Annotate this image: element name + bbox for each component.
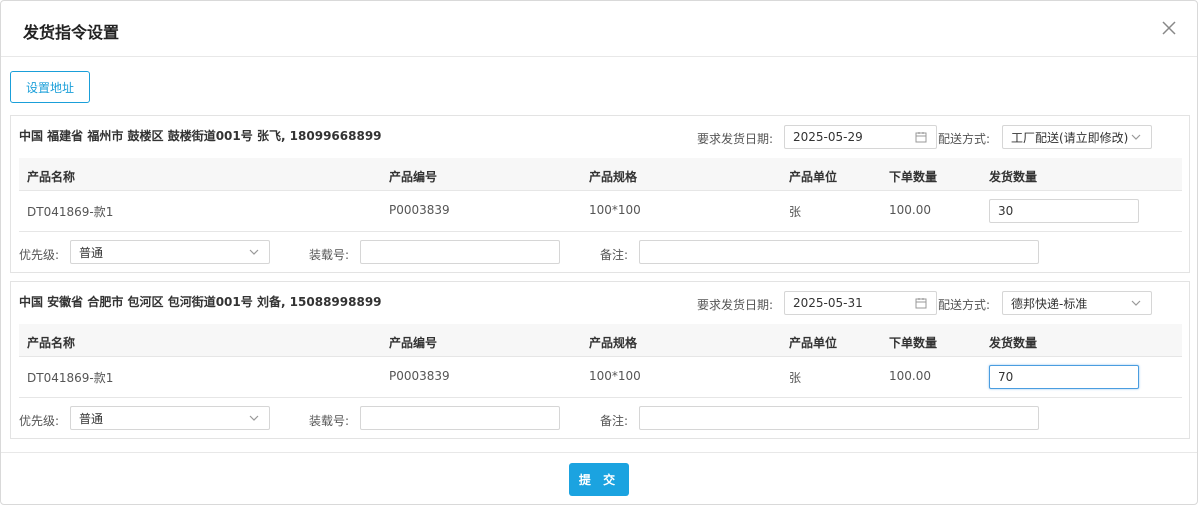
cell-product-name: DT041869-款1: [27, 205, 114, 219]
priority-select[interactable]: 普通: [70, 240, 270, 264]
col-product-spec: 产品规格: [589, 170, 638, 184]
chevron-down-icon: [249, 249, 259, 255]
ship-qty-value: 70: [998, 370, 1014, 384]
ship-date-input[interactable]: 2025-05-29: [784, 125, 937, 149]
col-product-name: 产品名称: [27, 336, 76, 350]
col-product-code: 产品编号: [389, 170, 438, 184]
delivery-value: 工厂配送(请立即修改): [1011, 130, 1129, 145]
col-product-code: 产品编号: [389, 336, 438, 350]
ship-instruction-dialog: 发货指令设置 设置地址 中国 福建省 福州市 鼓楼区 鼓楼街道001号 张飞, …: [0, 0, 1198, 505]
priority-label: 优先级:: [19, 414, 60, 428]
order-card: 中国 福建省 福州市 鼓楼区 鼓楼街道001号 张飞, 18099668899 …: [10, 115, 1190, 273]
priority-label: 优先级:: [19, 248, 60, 262]
order-address: 中国 福建省 福州市 鼓楼区 鼓楼街道001号 张飞, 18099668899: [19, 129, 382, 143]
loading-input[interactable]: [360, 406, 560, 430]
col-product-unit: 产品单位: [789, 170, 838, 184]
ship-qty-value: 30: [998, 204, 1014, 218]
chevron-down-icon: [249, 415, 259, 421]
chevron-down-icon: [1131, 300, 1141, 306]
col-product-name: 产品名称: [27, 170, 76, 184]
ship-date-label: 要求发货日期:: [697, 132, 774, 146]
delivery-value: 德邦快递-标准: [1011, 296, 1088, 311]
close-icon[interactable]: [1159, 18, 1179, 38]
priority-value: 普通: [79, 245, 104, 260]
ship-date-label: 要求发货日期:: [697, 298, 774, 312]
submit-button[interactable]: 提 交: [569, 463, 629, 496]
chevron-down-icon: [1131, 134, 1141, 140]
cell-product-code: P0003839: [389, 203, 450, 217]
cell-product-code: P0003839: [389, 369, 450, 383]
cell-product-unit: 张: [789, 371, 802, 385]
order-card: 中国 安徽省 合肥市 包河区 包河街道001号 刘备, 15088998899 …: [10, 281, 1190, 439]
col-ship-qty: 发货数量: [989, 170, 1038, 184]
loading-label: 装载号:: [309, 248, 350, 262]
cell-order-qty: 100.00: [889, 203, 931, 217]
table-row: DT041869-款1 P0003839 100*100 张 100.00 30: [19, 192, 1182, 232]
dialog-header: 发货指令设置: [1, 1, 1197, 57]
col-ship-qty: 发货数量: [989, 336, 1038, 350]
priority-value: 普通: [79, 411, 104, 426]
ship-date-value: 2025-05-31: [793, 296, 863, 310]
col-product-spec: 产品规格: [589, 336, 638, 350]
col-product-unit: 产品单位: [789, 336, 838, 350]
ship-date-input[interactable]: 2025-05-31: [784, 291, 937, 315]
delivery-label: 配送方式:: [938, 132, 991, 146]
remark-input[interactable]: [639, 240, 1039, 264]
ship-qty-input[interactable]: 70: [989, 365, 1139, 389]
calendar-icon: [915, 298, 927, 309]
cell-product-unit: 张: [789, 205, 802, 219]
table-header: 产品名称 产品编号 产品规格 产品单位 下单数量 发货数量: [19, 158, 1182, 191]
table-row: DT041869-款1 P0003839 100*100 张 100.00 70: [19, 358, 1182, 398]
priority-select[interactable]: 普通: [70, 406, 270, 430]
delivery-select[interactable]: 德邦快递-标准: [1002, 291, 1152, 315]
delivery-select[interactable]: 工厂配送(请立即修改): [1002, 125, 1152, 149]
order-address: 中国 安徽省 合肥市 包河区 包河街道001号 刘备, 15088998899: [19, 295, 382, 309]
footer-divider: [1, 452, 1197, 453]
calendar-icon: [915, 132, 927, 143]
cell-order-qty: 100.00: [889, 369, 931, 383]
cell-product-name: DT041869-款1: [27, 371, 114, 385]
remark-input[interactable]: [639, 406, 1039, 430]
ship-date-value: 2025-05-29: [793, 130, 863, 144]
col-order-qty: 下单数量: [889, 170, 938, 184]
dialog-title: 发货指令设置: [23, 23, 120, 42]
table-header: 产品名称 产品编号 产品规格 产品单位 下单数量 发货数量: [19, 324, 1182, 357]
loading-label: 装载号:: [309, 414, 350, 428]
delivery-label: 配送方式:: [938, 298, 991, 312]
ship-qty-input[interactable]: 30: [989, 199, 1139, 223]
col-order-qty: 下单数量: [889, 336, 938, 350]
loading-input[interactable]: [360, 240, 560, 264]
cell-product-spec: 100*100: [589, 203, 641, 217]
remark-label: 备注:: [600, 414, 629, 428]
cell-product-spec: 100*100: [589, 369, 641, 383]
remark-label: 备注:: [600, 248, 629, 262]
set-address-button[interactable]: 设置地址: [10, 71, 90, 103]
